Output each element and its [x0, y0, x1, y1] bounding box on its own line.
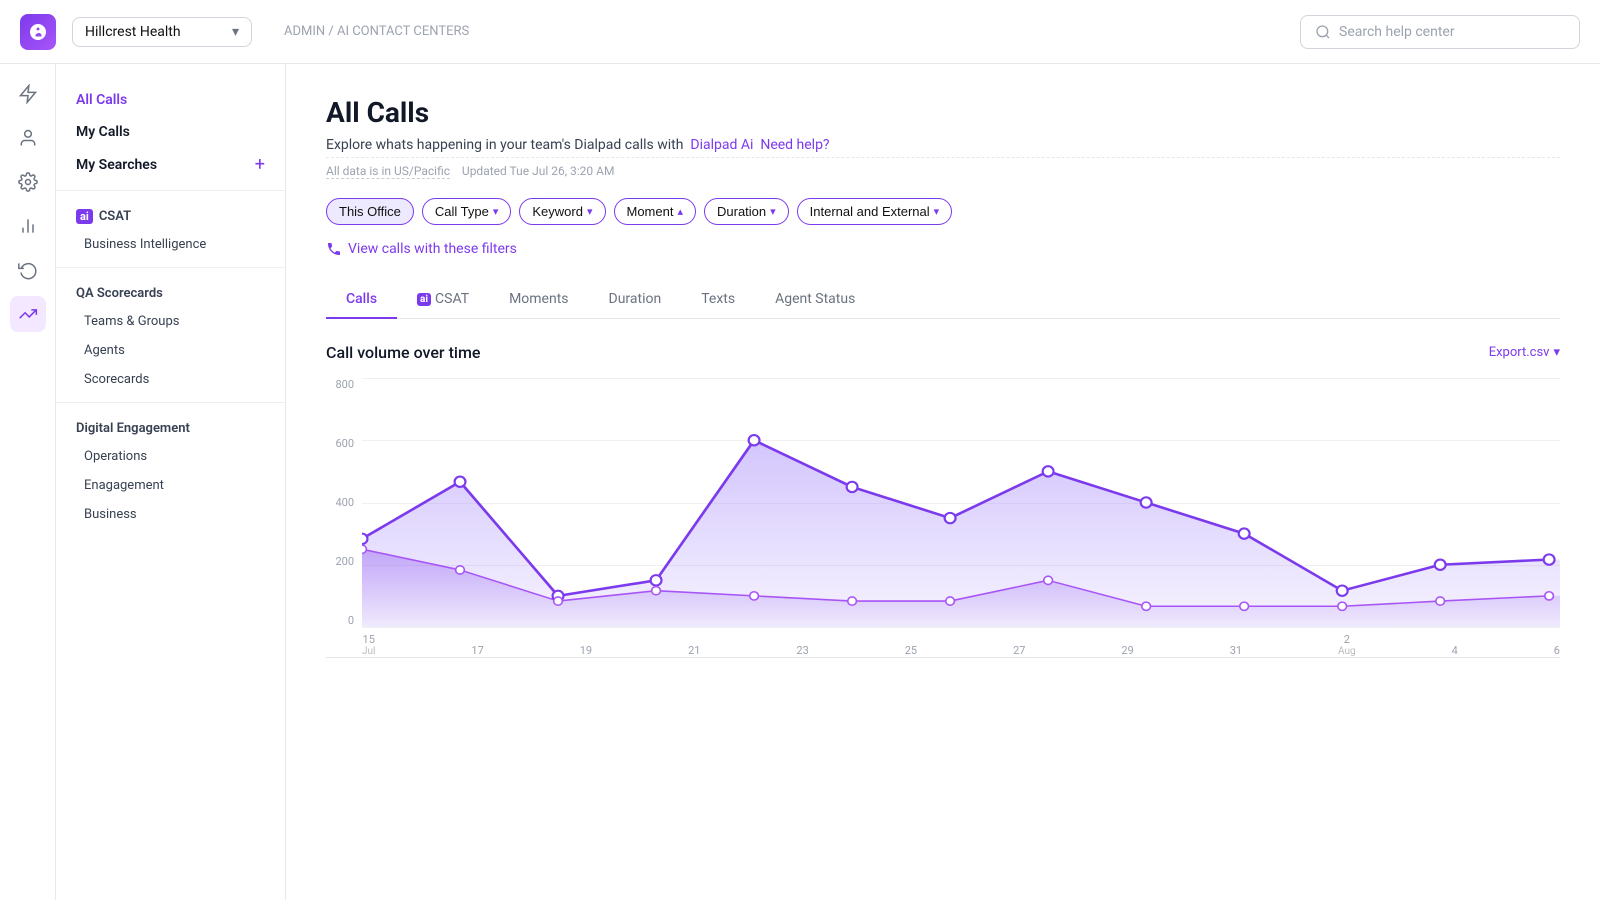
export-chevron: ▾	[1553, 345, 1560, 360]
internal-external-chevron: ▾	[934, 205, 940, 218]
nav-settings-icon[interactable]	[10, 164, 46, 200]
nav-business[interactable]: Business	[56, 500, 285, 529]
tab-moments[interactable]: Moments	[489, 281, 588, 319]
tab-calls[interactable]: Calls	[326, 281, 397, 319]
nav-trend-icon[interactable]	[10, 296, 46, 332]
chart-title: Call volume over time	[326, 343, 480, 362]
chart-svg	[362, 378, 1560, 627]
filter-this-office[interactable]: This Office	[326, 198, 414, 225]
phone-icon	[326, 241, 342, 257]
tab-agent-status[interactable]: Agent Status	[755, 281, 875, 319]
nav-qa-scorecards[interactable]: QA Scorecards	[56, 276, 285, 307]
org-dropdown-chevron: ▾	[232, 24, 239, 40]
search-icon	[1315, 24, 1331, 40]
tab-duration[interactable]: Duration	[589, 281, 682, 319]
chart-xaxis: 15Jul 17 19 21 23 25 27 29 31 2Aug 4 6	[362, 627, 1560, 657]
app-layout: All Calls My Calls My Searches + ai CSAT…	[0, 64, 1600, 900]
nav-my-searches[interactable]: My Searches	[76, 157, 157, 173]
chart-area: 800 600 400 200 0	[326, 378, 1560, 658]
filter-duration[interactable]: Duration ▾	[704, 198, 789, 225]
nav-history-icon[interactable]	[10, 252, 46, 288]
call-type-chevron: ▾	[493, 205, 499, 218]
nav-chart-icon[interactable]	[10, 208, 46, 244]
need-help-link[interactable]: Need help?	[760, 137, 829, 153]
nav-all-calls[interactable]: All Calls	[56, 84, 285, 116]
nav-agents[interactable]: Agents	[56, 336, 285, 365]
ai-badge: ai	[76, 209, 93, 224]
export-button[interactable]: Export.csv ▾	[1489, 345, 1560, 360]
tab-csat[interactable]: ai CSAT	[397, 281, 489, 319]
main-content: All Calls Explore whats happening in you…	[286, 64, 1600, 900]
nav-my-searches-row: My Searches +	[56, 148, 285, 182]
nav-divider-1	[56, 190, 285, 191]
page-subtitle: Explore whats happening in your team's D…	[326, 137, 1560, 153]
nav-business-intelligence[interactable]: Business Intelligence	[56, 230, 285, 259]
chart-header: Call volume over time Export.csv ▾	[326, 343, 1560, 362]
page-title: All Calls	[326, 96, 1560, 129]
dialpad-ai-link[interactable]: Dialpad Ai	[690, 137, 753, 153]
nav-my-calls[interactable]: My Calls	[56, 116, 285, 148]
view-calls-link[interactable]: View calls with these filters	[326, 241, 1560, 257]
search-bar[interactable]: Search help center	[1300, 15, 1580, 49]
keyword-chevron: ▾	[587, 205, 593, 218]
nav-divider-3	[56, 402, 285, 403]
org-selector[interactable]: Hillcrest Health ▾	[72, 17, 252, 47]
nav-teams-groups[interactable]: Teams & Groups	[56, 307, 285, 336]
topbar: Hillcrest Health ▾ ADMIN / AI CONTACT CE…	[0, 0, 1600, 64]
breadcrumb: ADMIN / AI CONTACT CENTERS	[284, 24, 469, 39]
csat-ai-badge: ai	[417, 293, 431, 306]
moment-chevron: ▴	[677, 205, 683, 218]
nav-digital-engagement[interactable]: Digital Engagement	[56, 411, 285, 442]
duration-chevron: ▾	[770, 205, 776, 218]
nav-engagement[interactable]: Enagagement	[56, 471, 285, 500]
add-search-button[interactable]: +	[255, 156, 265, 174]
nav-sidebar: All Calls My Calls My Searches + ai CSAT…	[56, 64, 286, 900]
filter-internal-external[interactable]: Internal and External ▾	[797, 198, 953, 225]
tab-texts[interactable]: Texts	[681, 281, 755, 319]
filter-moment[interactable]: Moment ▴	[614, 198, 697, 225]
nav-divider-2	[56, 267, 285, 268]
filters-row: This Office Call Type ▾ Keyword ▾ Moment…	[326, 198, 1560, 225]
nav-scorecards[interactable]: Scorecards	[56, 365, 285, 394]
filter-call-type[interactable]: Call Type ▾	[422, 198, 512, 225]
nav-analytics-icon[interactable]	[10, 76, 46, 112]
search-placeholder: Search help center	[1339, 24, 1455, 40]
nav-operations[interactable]: Operations	[56, 442, 285, 471]
icon-sidebar	[0, 64, 56, 900]
page-meta: All data is in US/Pacific Updated Tue Ju…	[326, 157, 1560, 178]
org-name: Hillcrest Health	[85, 24, 181, 40]
filter-keyword[interactable]: Keyword ▾	[519, 198, 605, 225]
app-logo	[20, 14, 56, 50]
chart-yaxis: 800 600 400 200 0	[326, 378, 362, 627]
nav-person-icon[interactable]	[10, 120, 46, 156]
nav-csat-label: ai CSAT	[56, 199, 285, 230]
chart-section: Call volume over time Export.csv ▾ 800 6…	[326, 343, 1560, 658]
tabs-row: Calls ai CSAT Moments Duration Texts Age…	[326, 281, 1560, 319]
